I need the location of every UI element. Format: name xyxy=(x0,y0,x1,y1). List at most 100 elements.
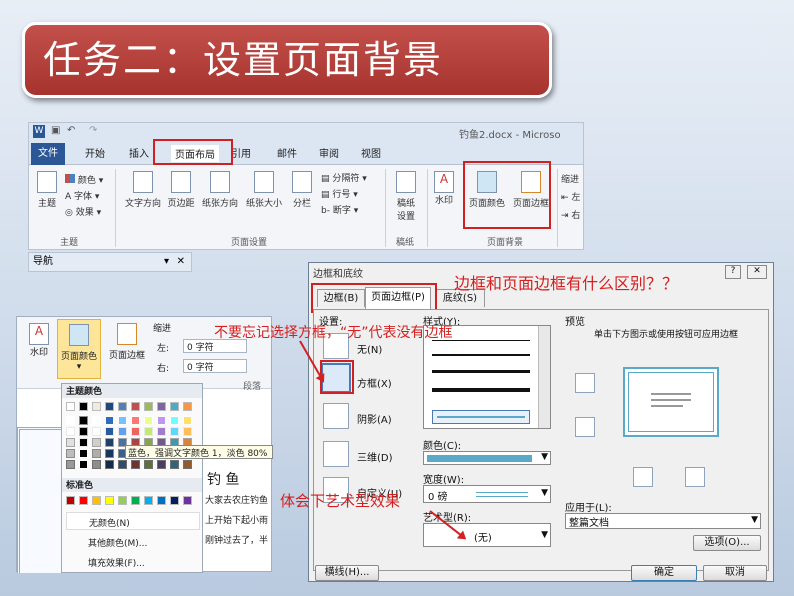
color-swatch[interactable] xyxy=(66,416,75,425)
watermark-button[interactable]: A 水印 xyxy=(25,323,53,358)
color-swatch[interactable] xyxy=(105,427,114,436)
scrollbar[interactable] xyxy=(538,326,550,428)
art-select[interactable]: (无) ▼ xyxy=(423,523,551,547)
color-swatch[interactable] xyxy=(92,438,101,447)
color-swatch[interactable] xyxy=(66,427,75,436)
tab-references[interactable]: 引用 xyxy=(231,145,251,160)
color-swatch[interactable] xyxy=(79,449,88,458)
color-swatch[interactable] xyxy=(79,427,88,436)
page-border-button[interactable]: 页面边框 xyxy=(105,323,149,361)
color-swatch[interactable] xyxy=(79,460,88,469)
color-swatch[interactable] xyxy=(170,496,179,505)
color-swatch[interactable] xyxy=(105,496,114,505)
color-swatch[interactable] xyxy=(157,460,166,469)
redo-icon[interactable]: ↷ xyxy=(89,125,97,136)
watermark-button[interactable]: A 水印 xyxy=(431,171,457,206)
top-border-icon[interactable] xyxy=(575,373,595,393)
selected-line-style[interactable] xyxy=(432,410,530,424)
color-swatch[interactable] xyxy=(105,416,114,425)
color-swatch[interactable] xyxy=(66,438,75,447)
color-swatch[interactable] xyxy=(105,460,114,469)
color-swatch[interactable] xyxy=(118,402,127,411)
tab-view[interactable]: 视图 xyxy=(361,145,381,160)
color-swatch[interactable] xyxy=(92,416,101,425)
color-swatch[interactable] xyxy=(66,496,75,505)
color-swatch[interactable] xyxy=(118,496,127,505)
ok-button[interactable]: 确定 xyxy=(631,565,697,581)
color-swatch[interactable] xyxy=(183,427,192,436)
size-button[interactable]: 纸张大小 xyxy=(243,171,285,209)
color-swatch[interactable] xyxy=(118,427,127,436)
color-swatch[interactable] xyxy=(79,402,88,411)
close-icon[interactable]: ✕ xyxy=(747,265,767,279)
close-icon[interactable]: ✕ xyxy=(177,253,185,271)
no-color-option[interactable]: 无颜色(N) xyxy=(66,512,200,530)
setting-shadow-label[interactable]: 阴影(A) xyxy=(357,411,392,426)
tab-home[interactable]: 开始 xyxy=(85,145,105,160)
tab-review[interactable]: 审阅 xyxy=(319,145,339,160)
page-color-button[interactable]: 页面颜色 ▾ xyxy=(57,319,101,379)
color-swatch[interactable] xyxy=(92,427,101,436)
more-colors-option[interactable]: 其他颜色(M)... xyxy=(88,536,147,549)
color-swatch[interactable] xyxy=(105,402,114,411)
color-select[interactable]: ▼ xyxy=(423,451,551,465)
color-swatch[interactable] xyxy=(157,427,166,436)
color-swatch[interactable] xyxy=(92,496,101,505)
width-select[interactable]: 0 磅 ▼ xyxy=(423,485,551,503)
color-swatch[interactable] xyxy=(92,402,101,411)
color-swatch[interactable] xyxy=(144,496,153,505)
color-swatch[interactable] xyxy=(131,402,140,411)
color-swatch[interactable] xyxy=(118,416,127,425)
breaks-button[interactable]: ▤ 分隔符 ▾ xyxy=(321,171,367,187)
options-button[interactable]: 选项(O)... xyxy=(693,535,761,551)
color-swatch[interactable] xyxy=(118,460,127,469)
left-border-icon[interactable] xyxy=(633,467,653,487)
color-swatch[interactable] xyxy=(79,438,88,447)
undo-icon[interactable]: ↶ xyxy=(67,125,75,136)
theme-colors-button[interactable]: 颜色 ▾ xyxy=(65,173,103,189)
color-swatch[interactable] xyxy=(105,438,114,447)
themes-button[interactable]: 主题 xyxy=(33,171,61,209)
bottom-border-icon[interactable] xyxy=(575,417,595,437)
theme-effects-button[interactable]: ◎ 效果 ▾ xyxy=(65,205,103,221)
right-border-icon[interactable] xyxy=(685,467,705,487)
color-swatch[interactable] xyxy=(157,496,166,505)
color-swatch[interactable] xyxy=(157,402,166,411)
indent-right-input[interactable]: 0 字符 xyxy=(183,359,247,373)
color-swatch[interactable] xyxy=(105,449,114,458)
color-swatch[interactable] xyxy=(131,416,140,425)
orientation-button[interactable]: 纸张方向 xyxy=(199,171,241,209)
setting-box-label[interactable]: 方框(X) xyxy=(357,375,392,390)
color-swatch[interactable] xyxy=(183,402,192,411)
color-swatch[interactable] xyxy=(144,402,153,411)
margins-button[interactable]: 页边距 xyxy=(165,171,197,209)
tab-file[interactable]: 文件 xyxy=(31,143,65,165)
draft-settings-button[interactable]: 稿纸设置 xyxy=(391,171,421,222)
color-swatch[interactable] xyxy=(92,449,101,458)
setting-shadow-icon[interactable] xyxy=(323,403,349,429)
color-swatch[interactable] xyxy=(144,416,153,425)
color-swatch[interactable] xyxy=(79,416,88,425)
color-swatch[interactable] xyxy=(183,416,192,425)
line-numbers-button[interactable]: ▤ 行号 ▾ xyxy=(321,187,367,203)
color-swatch[interactable] xyxy=(131,427,140,436)
save-icon[interactable]: ▣ xyxy=(51,125,60,136)
tab-mailings[interactable]: 邮件 xyxy=(277,145,297,160)
columns-button[interactable]: 分栏 xyxy=(287,171,317,209)
theme-fonts-button[interactable]: A 字体 ▾ xyxy=(65,189,103,205)
fill-effects-option[interactable]: 填充效果(F)... xyxy=(88,556,145,569)
theme-color-grid[interactable] xyxy=(66,402,202,470)
color-swatch[interactable] xyxy=(66,460,75,469)
color-swatch[interactable] xyxy=(79,496,88,505)
help-icon[interactable]: ? xyxy=(725,265,741,279)
color-swatch[interactable] xyxy=(183,460,192,469)
apply-to-select[interactable]: 整篇文档 ▼ xyxy=(565,513,761,529)
color-swatch[interactable] xyxy=(131,460,140,469)
color-swatch[interactable] xyxy=(157,416,166,425)
color-swatch[interactable] xyxy=(66,449,75,458)
hyphenation-button[interactable]: b‑ 断字 ▾ xyxy=(321,203,367,219)
color-swatch[interactable] xyxy=(131,496,140,505)
color-swatch[interactable] xyxy=(170,460,179,469)
setting-3d-icon[interactable] xyxy=(323,441,349,467)
horizontal-line-button[interactable]: 横线(H)... xyxy=(315,565,379,581)
